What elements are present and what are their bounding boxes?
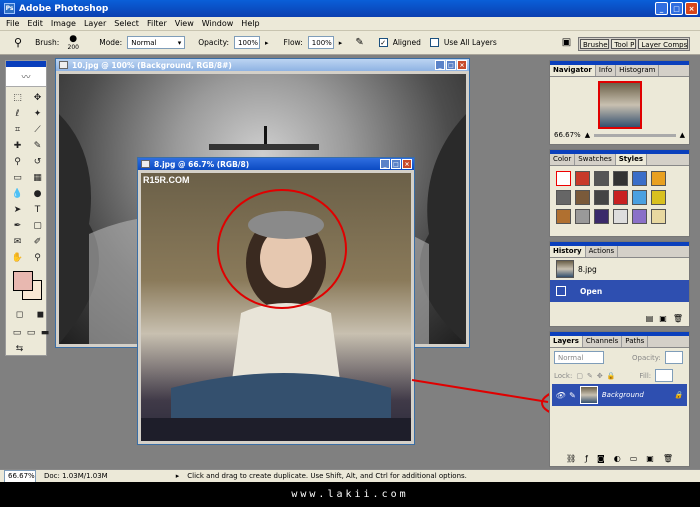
tab-info[interactable]: Info [596,65,617,76]
lock-position-icon[interactable]: ✥ [597,372,603,380]
status-hint: Click and drag to create duplicate. Use … [187,472,467,480]
style-swatch[interactable] [632,171,647,186]
layer-fill-input[interactable] [655,369,674,382]
style-swatch[interactable] [556,209,571,224]
layer-mask-icon[interactable]: ◙ [597,454,605,463]
status-zoom-input[interactable]: 66.67% [4,469,36,483]
style-none[interactable] [556,171,571,186]
tab-history[interactable]: History [550,246,586,257]
history-step-label: Open [580,286,603,296]
style-swatch[interactable] [594,190,609,205]
eye-icon[interactable]: 👁 [555,391,565,400]
tab-histogram[interactable]: Histogram [616,65,660,76]
navigator-thumbnail[interactable] [597,81,642,129]
face-highlight-circle [217,189,347,309]
pointer-arrow-line [411,379,549,403]
tab-swatches[interactable]: Swatches [575,154,616,165]
styles-grid [550,166,689,229]
new-document-icon[interactable]: ▤ [646,314,654,323]
blend-mode-select[interactable]: Normal [554,351,604,364]
style-swatch[interactable] [556,190,571,205]
style-swatch[interactable] [613,171,628,186]
new-snapshot-icon[interactable]: ▣ [659,314,667,323]
tab-navigator[interactable]: Navigator [550,65,596,76]
history-step-open[interactable]: Open [550,280,689,302]
tab-layers[interactable]: Layers [550,336,583,347]
adjustment-layer-icon[interactable]: ◐ [614,454,621,463]
style-swatch[interactable] [613,190,628,205]
style-swatch[interactable] [613,209,628,224]
status-arrow-icon[interactable]: ▸ [176,472,180,480]
delete-layer-icon[interactable]: 🗑 [663,454,673,463]
style-swatch[interactable] [651,209,666,224]
style-swatch[interactable] [594,171,609,186]
status-doc-size[interactable]: Doc: 1.03M/1.03M [44,472,108,480]
zoom-out-icon[interactable]: ▲ [585,131,590,139]
site-footer: www.lakii.com [0,482,700,507]
layer-row-background[interactable]: 👁 ✎ Background 🔒 [552,384,687,406]
tab-channels[interactable]: Channels [583,336,623,347]
layer-opacity-input[interactable] [664,351,683,364]
lock-all-icon[interactable]: 🔒 [607,372,616,380]
navigator-zoom-value[interactable]: 66.67% [554,131,581,139]
navigator-panel: Navigator Info Histogram 66.67% ▲ ▲ [549,60,690,145]
history-panel: History Actions 8.jpg Open ▤ ▣ 🗑 [549,241,690,327]
layer-name: Background [601,391,644,399]
style-swatch[interactable] [575,190,590,205]
new-layer-icon[interactable]: ▣ [646,454,654,463]
lock-label: Lock: [554,371,573,380]
trash-icon[interactable]: 🗑 [673,314,683,323]
brush-link-icon[interactable]: ✎ [569,391,576,400]
lock-image-icon[interactable]: ✎ [587,372,593,380]
snapshot-name: 8.jpg [578,264,597,274]
lock-transparency-icon[interactable]: ▢ [576,372,583,380]
snapshot-thumbnail [556,260,574,278]
zoom-in-icon[interactable]: ▲ [680,131,685,139]
status-bar: 66.67% Doc: 1.03M/1.03M ▸ Click and drag… [0,469,700,483]
fill-label: Fill: [639,371,652,380]
palette-stack: Navigator Info Histogram 66.67% ▲ ▲ Colo… [549,57,690,467]
style-swatch[interactable] [575,209,590,224]
layer-group-icon[interactable]: ▭ [630,454,638,463]
style-swatch[interactable] [594,209,609,224]
layer-thumbnail [579,386,598,404]
tab-styles[interactable]: Styles [615,154,647,165]
link-layers-icon[interactable]: ⛓ [566,454,576,463]
tab-actions[interactable]: Actions [586,246,619,257]
zoom-slider[interactable] [594,133,676,137]
style-swatch[interactable] [651,190,666,205]
style-swatch[interactable] [632,190,647,205]
tab-color[interactable]: Color [550,154,576,165]
style-swatch[interactable] [651,171,666,186]
layers-panel: Layers Channels Paths Normal Opacity: Lo… [549,331,690,467]
layer-opacity-label: Opacity: [632,353,661,362]
history-brush-source-icon [556,286,566,296]
style-swatch[interactable] [575,171,590,186]
footer-url: www.lakii.com [291,489,409,500]
history-snapshot[interactable]: 8.jpg [550,258,689,280]
layer-lock-icon: 🔒 [674,391,683,399]
layer-style-icon[interactable]: ƒ [585,454,588,463]
tab-paths[interactable]: Paths [622,336,649,347]
swatches-panel: Color Swatches Styles [549,149,690,237]
style-swatch[interactable] [632,209,647,224]
